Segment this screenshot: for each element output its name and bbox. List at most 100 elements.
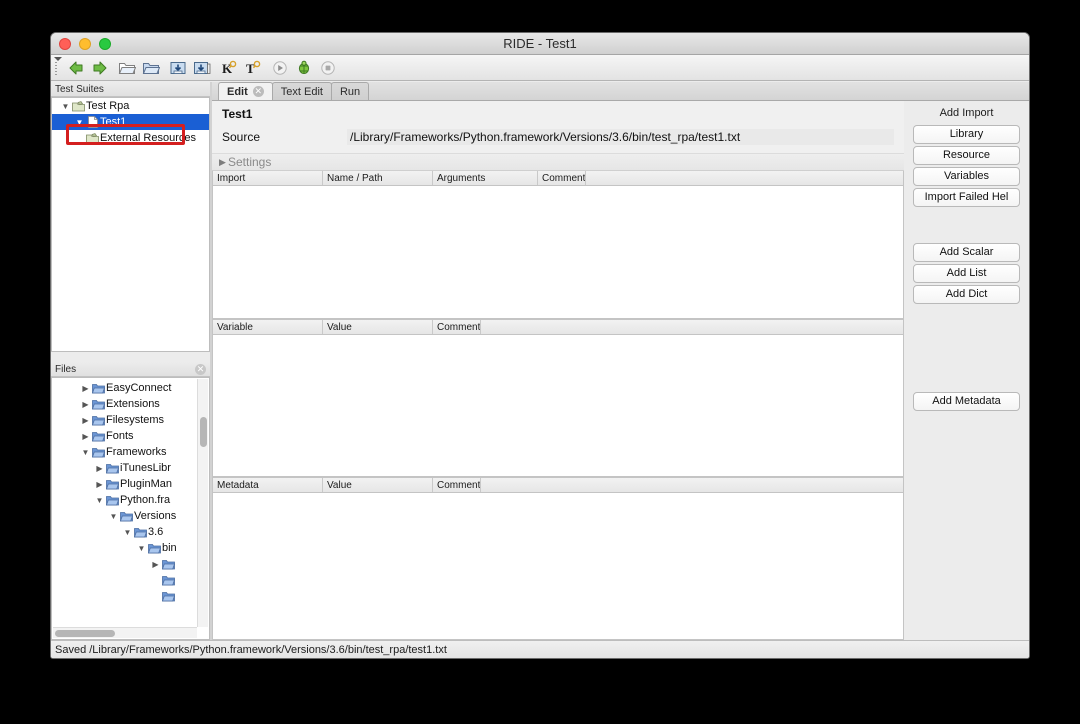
chevron-down-icon[interactable]: ▼ [94, 496, 105, 505]
variable-grid[interactable]: Variable Value Comment [212, 319, 904, 477]
minimize-window-button[interactable] [79, 38, 91, 50]
tab-text-edit-label: Text Edit [280, 85, 323, 98]
variable-add-scalar-button[interactable]: Add Scalar [913, 243, 1020, 262]
test-suites-tree[interactable]: ▼ Test Rpa ▼ Test1 External Resources [51, 97, 210, 352]
tab-edit[interactable]: Edit ✕ [218, 82, 273, 100]
chevron-right-icon[interactable]: ▶ [80, 416, 91, 425]
debug-icon[interactable] [293, 57, 315, 79]
chevron-down-icon[interactable]: ▼ [108, 512, 119, 521]
column-header[interactable]: Comment [433, 478, 482, 492]
chevron-down-icon[interactable]: ▼ [122, 528, 133, 537]
stop-icon[interactable] [317, 57, 339, 79]
source-label: Source [222, 130, 261, 144]
back-arrow-icon[interactable] [65, 57, 87, 79]
folder-icon [91, 415, 106, 426]
open-directory-icon[interactable] [140, 57, 162, 79]
chevron-right-icon[interactable]: ▶ [80, 432, 91, 441]
column-header[interactable]: Arguments [433, 171, 538, 185]
files-tree[interactable]: ▶ EasyConnect ▶ Extensions ▶ Filesystems ▶ Font… [51, 377, 210, 640]
column-header[interactable]: Metadata [213, 478, 323, 492]
chevron-right-icon[interactable]: ▶ [150, 560, 161, 569]
save-all-icon[interactable] [191, 57, 213, 79]
search-tests-icon[interactable]: T [242, 57, 264, 79]
folder-icon [161, 591, 176, 602]
tree-item[interactable]: ▶ Fonts [52, 428, 209, 444]
tree-item[interactable]: ▼ Test1 [52, 114, 209, 130]
tree-item[interactable]: ▼ Frameworks [52, 444, 209, 460]
tree-item-label: PluginMan [120, 478, 172, 490]
file-icon [85, 116, 100, 128]
search-keyword-icon[interactable]: K [218, 57, 240, 79]
import-grid[interactable]: Import Name / Path Arguments Comment [212, 171, 904, 319]
window-controls [59, 38, 111, 50]
tree-item[interactable]: ▶ iTunesLibr [52, 460, 209, 476]
variable-add-dict-button[interactable]: Add Dict [913, 285, 1020, 304]
chevron-down-icon[interactable]: ▼ [80, 448, 91, 457]
toolbar-grip[interactable] [53, 56, 62, 79]
tab-edit-label: Edit [227, 85, 248, 98]
add-import-import-failed-hel-button[interactable]: Import Failed Hel [913, 188, 1020, 207]
tree-item[interactable]: ▶ [52, 556, 209, 572]
add-import-library-button[interactable]: Library [913, 125, 1020, 144]
close-icon[interactable]: ✕ [195, 364, 206, 375]
chevron-right-icon[interactable]: ▶ [80, 400, 91, 409]
metadata-grid[interactable]: Metadata Value Comment [212, 477, 904, 640]
files-tree-vertical-thumb[interactable] [200, 417, 207, 447]
folder-icon [133, 527, 148, 538]
column-header[interactable]: Name / Path [323, 171, 433, 185]
files-tree-horizontal-scrollbar[interactable] [53, 627, 197, 638]
folder-icon [91, 447, 106, 458]
tree-item[interactable] [52, 588, 209, 604]
column-header[interactable]: Comment [433, 320, 482, 334]
tree-item-label: Test Rpa [86, 100, 130, 112]
column-header[interactable]: Value [323, 478, 433, 492]
tree-item-label: Extensions [106, 398, 160, 410]
status-bar: Saved /Library/Frameworks/Python.framewo… [51, 640, 1029, 658]
open-folder-icon[interactable] [116, 57, 138, 79]
tab-run[interactable]: Run [330, 82, 370, 100]
tab-text-edit[interactable]: Text Edit [271, 82, 332, 100]
tree-item[interactable]: External Resources [52, 130, 209, 146]
folder-icon [105, 463, 120, 474]
chevron-down-icon[interactable]: ▼ [74, 118, 85, 127]
close-window-button[interactable] [59, 38, 71, 50]
tree-item[interactable]: ▶ EasyConnect [52, 380, 209, 396]
folder-icon [161, 559, 176, 570]
column-header[interactable]: Import [213, 171, 323, 185]
column-header[interactable]: Variable [213, 320, 323, 334]
chevron-right-icon[interactable]: ▶ [80, 384, 91, 393]
settings-label: Settings [228, 155, 272, 169]
tree-item[interactable]: ▼ Test Rpa [52, 98, 209, 114]
forward-arrow-icon[interactable] [89, 57, 111, 79]
chevron-down-icon[interactable]: ▼ [60, 102, 71, 111]
settings-section-toggle[interactable]: ▶ Settings [212, 153, 904, 171]
maximize-window-button[interactable] [99, 38, 111, 50]
tree-item[interactable]: ▼ bin [52, 540, 209, 556]
tree-item[interactable]: ▼ Python.fra [52, 492, 209, 508]
files-tree-vertical-scrollbar[interactable] [197, 379, 208, 627]
panel-splitter[interactable] [51, 352, 210, 356]
close-icon[interactable]: ✕ [252, 86, 264, 97]
add-import-variables-button[interactable]: Variables [913, 167, 1020, 186]
tree-item[interactable]: ▼ Versions [52, 508, 209, 524]
save-icon[interactable] [167, 57, 189, 79]
variable-add-list-button[interactable]: Add List [913, 264, 1020, 283]
column-header[interactable]: Value [323, 320, 433, 334]
column-header[interactable]: Comment [538, 171, 587, 185]
chevron-down-icon[interactable]: ▼ [136, 544, 147, 553]
files-tree-horizontal-thumb[interactable] [55, 630, 115, 637]
tree-item[interactable]: ▶ PluginMan [52, 476, 209, 492]
tree-item[interactable]: ▼ 3.6 [52, 524, 209, 540]
window-title: RIDE - Test1 [503, 36, 577, 51]
metadata-add-metadata-button[interactable]: Add Metadata [913, 392, 1020, 411]
tree-item[interactable]: ▶ Filesystems [52, 412, 209, 428]
tree-item-label: 3.6 [148, 526, 164, 538]
chevron-right-icon[interactable]: ▶ [94, 480, 105, 489]
add-import-resource-button[interactable]: Resource [913, 146, 1020, 165]
run-icon[interactable] [269, 57, 291, 79]
tree-item[interactable]: ▶ Extensions [52, 396, 209, 412]
tree-item-label: Fonts [106, 430, 134, 442]
variable-button-group: Add Scalar Add List Add Dict [904, 243, 1029, 304]
tree-item[interactable] [52, 572, 209, 588]
chevron-right-icon[interactable]: ▶ [94, 464, 105, 473]
